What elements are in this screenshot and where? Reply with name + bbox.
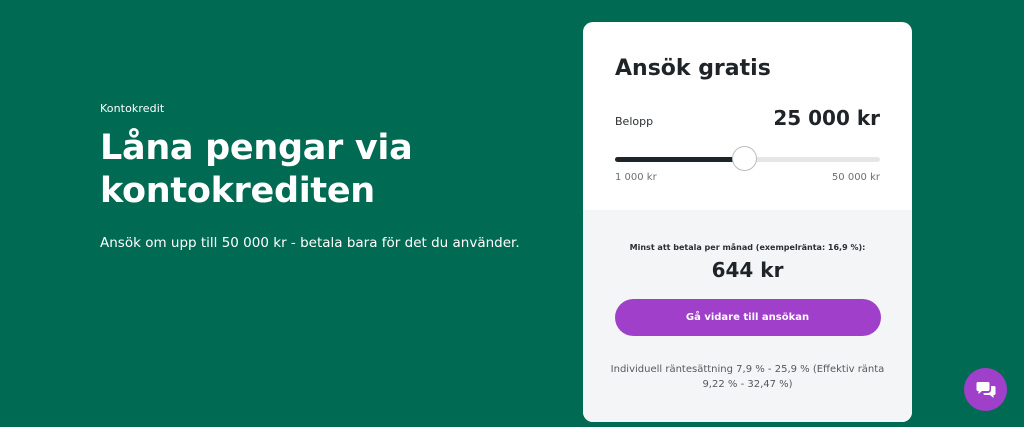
eyebrow-label: Kontokredit bbox=[100, 102, 165, 115]
slider-max-label: 50 000 kr bbox=[831, 172, 880, 183]
monthly-payment-value: 644 kr bbox=[711, 258, 784, 282]
hero-text: Kontokredit Låna pengar via kontokredite… bbox=[100, 102, 530, 251]
interest-disclaimer: Individuell räntesättning 7,9 % - 25,9 %… bbox=[610, 364, 885, 390]
slider-range: 1 000 kr 50 000 kr bbox=[615, 172, 880, 183]
application-card: Ansök gratis Belopp 25 000 kr 1 000 kr 5… bbox=[583, 22, 912, 422]
amount-label: Belopp bbox=[615, 115, 654, 128]
card-title: Ansök gratis bbox=[615, 56, 771, 81]
payment-section: Minst att betala per månad (exempelränta… bbox=[583, 210, 912, 422]
chat-bubbles-icon bbox=[976, 381, 995, 398]
monthly-payment-label: Minst att betala per månad (exempelränta… bbox=[629, 243, 866, 252]
amount-slider[interactable] bbox=[615, 146, 880, 172]
page-title: Låna pengar via kontokrediten bbox=[100, 127, 530, 213]
chat-button[interactable] bbox=[964, 368, 1007, 411]
continue-to-application-button[interactable]: Gå vidare till ansökan bbox=[614, 299, 881, 336]
amount-value: 25 000 kr bbox=[773, 106, 880, 130]
hero-subtitle: Ansök om upp till 50 000 kr - betala bar… bbox=[100, 235, 520, 251]
amount-section: Ansök gratis Belopp 25 000 kr 1 000 kr 5… bbox=[583, 22, 912, 210]
slider-thumb[interactable] bbox=[731, 146, 757, 171]
page-title-line-2: kontokrediten bbox=[100, 171, 375, 211]
page-title-line-1: Låna pengar via bbox=[100, 128, 413, 168]
slider-fill bbox=[615, 157, 745, 162]
slider-min-label: 1 000 kr bbox=[615, 172, 657, 183]
amount-row: Belopp 25 000 kr bbox=[615, 106, 880, 130]
hero-section: Kontokredit Låna pengar via kontokredite… bbox=[0, 0, 1024, 427]
